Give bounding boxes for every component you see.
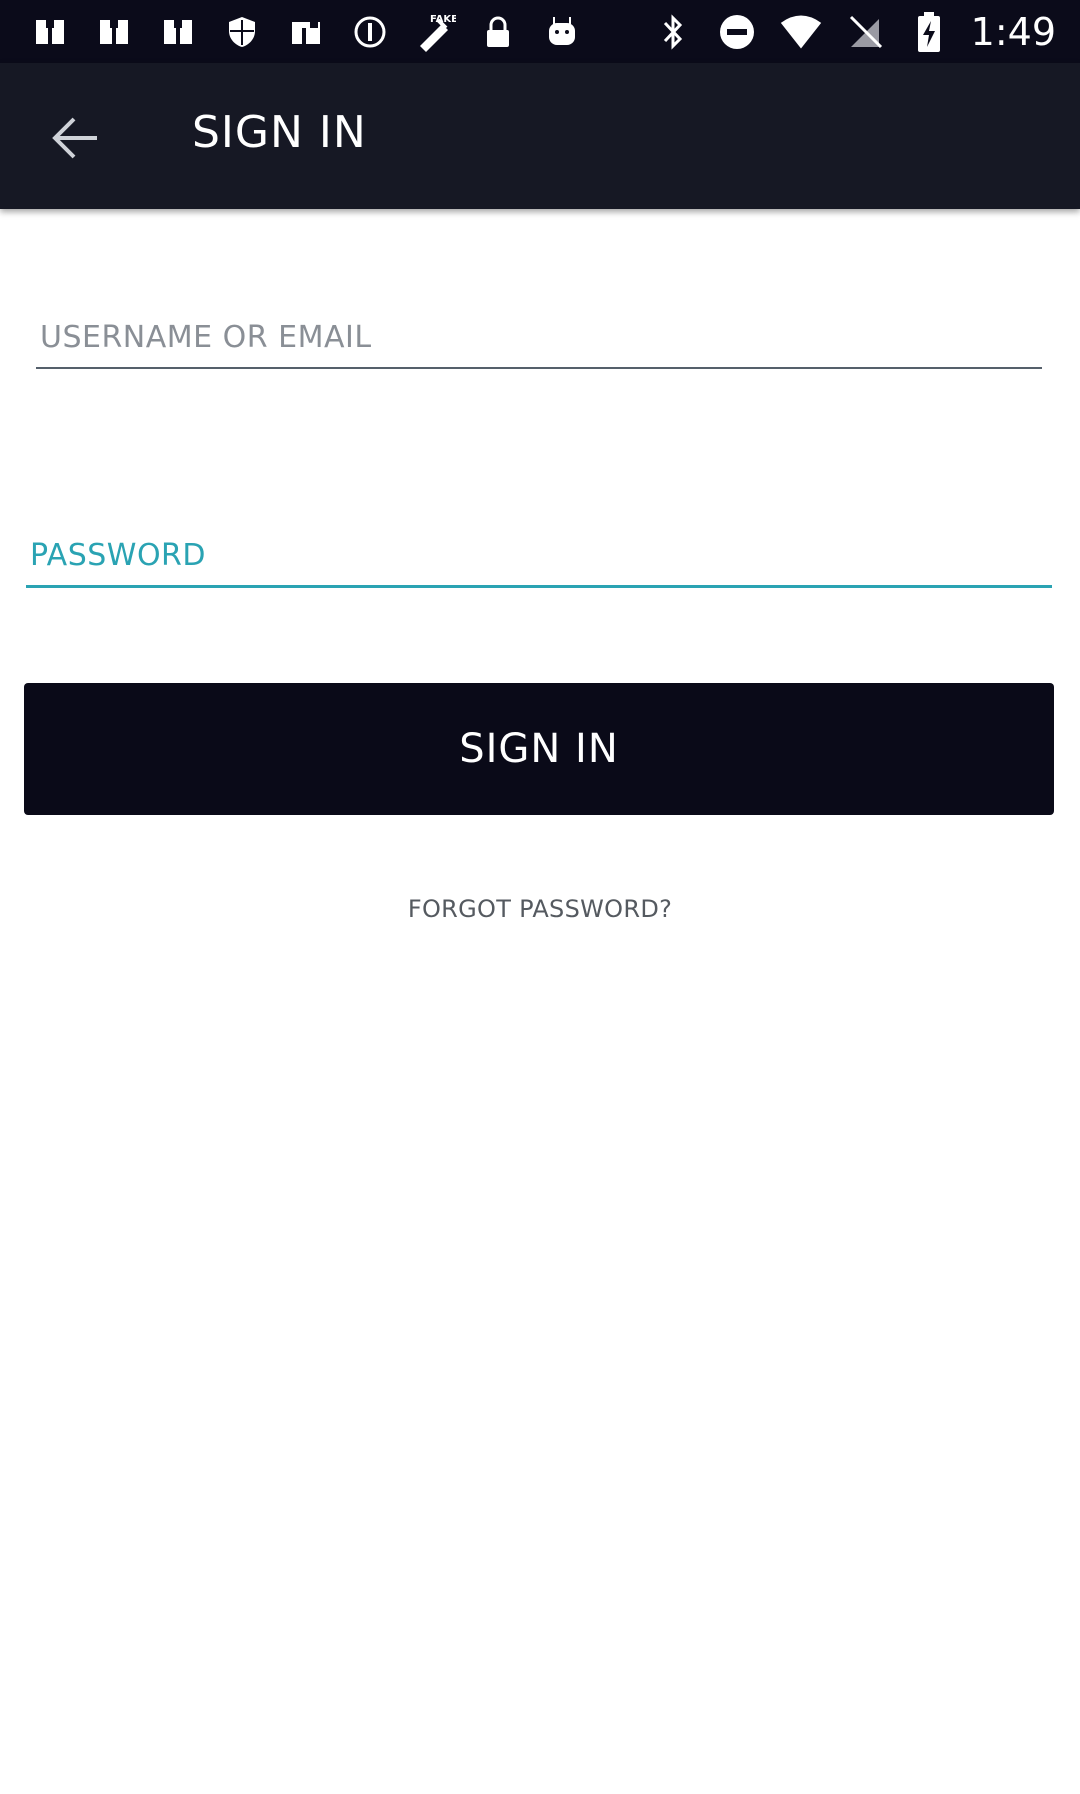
sign-in-button[interactable]: SIGN IN bbox=[24, 683, 1054, 815]
status-bar-system: 1:49 bbox=[651, 8, 1056, 56]
password-input[interactable] bbox=[26, 525, 1060, 585]
svg-text:FAKE: FAKE bbox=[430, 14, 456, 25]
alert-circle-icon bbox=[348, 10, 392, 54]
do-not-disturb-icon bbox=[715, 10, 759, 54]
notification-icon bbox=[156, 10, 200, 54]
bluetooth-icon bbox=[651, 10, 695, 54]
status-time: 1:49 bbox=[970, 10, 1056, 54]
username-field[interactable] bbox=[36, 307, 1050, 369]
arrow-left-icon[interactable] bbox=[50, 115, 100, 161]
forgot-password-label: FORGOT PASSWORD? bbox=[407, 895, 673, 923]
battery-charging-icon bbox=[907, 10, 951, 54]
notification-icon bbox=[92, 10, 136, 54]
status-bar-notifications: FAKE bbox=[28, 10, 584, 54]
lock-icon bbox=[476, 10, 520, 54]
page-title: SIGN IN bbox=[192, 107, 367, 158]
sign-in-button-label: SIGN IN bbox=[459, 726, 619, 772]
username-input[interactable] bbox=[36, 307, 1050, 367]
app-bar: SIGN IN bbox=[0, 63, 1080, 209]
password-field[interactable] bbox=[26, 525, 1060, 588]
forgot-password-button[interactable]: FORGOT PASSWORD? bbox=[384, 866, 696, 952]
notification-icon bbox=[28, 10, 72, 54]
status-bar: FAKE 1:49 bbox=[0, 0, 1080, 63]
notification-icon bbox=[284, 10, 328, 54]
android-icon bbox=[540, 10, 584, 54]
no-sim-icon bbox=[843, 10, 887, 54]
wifi-icon bbox=[779, 10, 823, 54]
fake-gps-icon: FAKE bbox=[412, 10, 456, 54]
shield-icon bbox=[220, 10, 264, 54]
